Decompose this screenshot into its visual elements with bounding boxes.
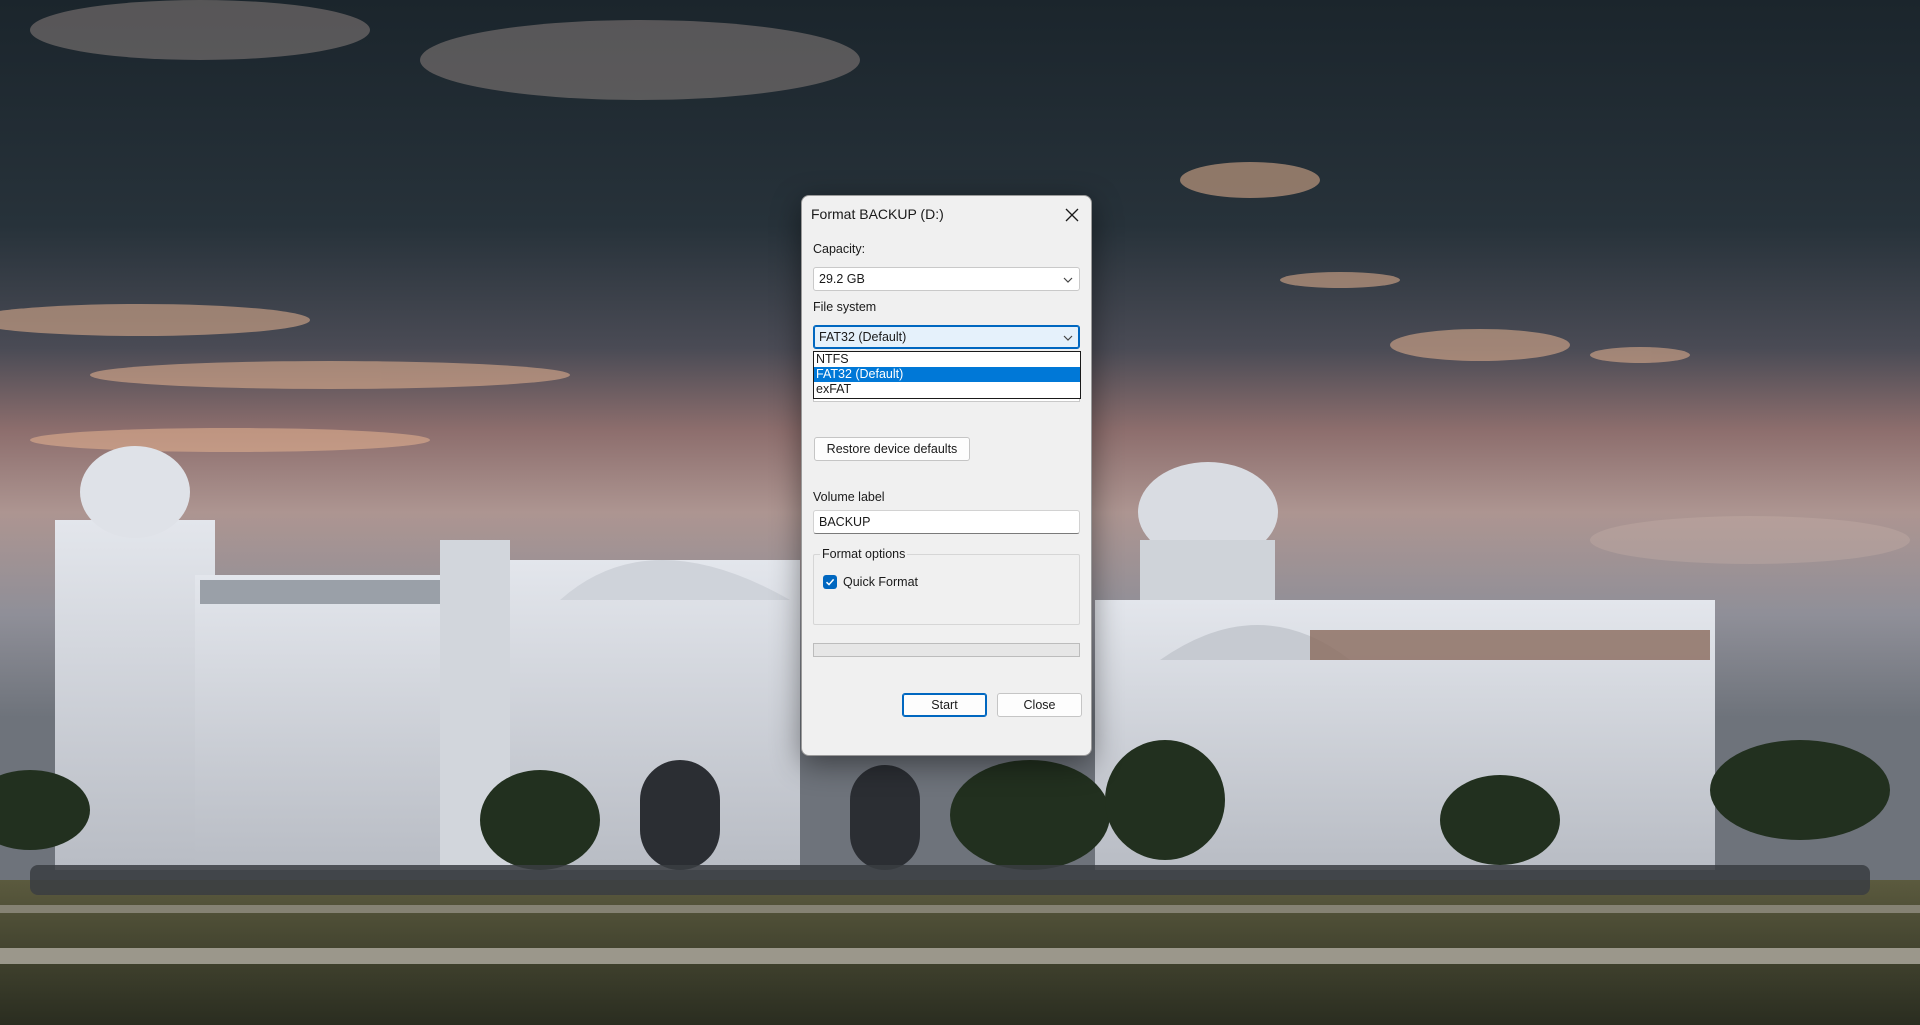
option-fat32[interactable]: FAT32 (Default): [814, 367, 1080, 382]
format-dialog: Format BACKUP (D:) Capacity: 29.2 GB Fil…: [801, 195, 1092, 756]
checkmark-icon: [825, 578, 835, 586]
restore-defaults-button[interactable]: Restore device defaults: [814, 437, 970, 461]
chevron-down-icon: [1063, 335, 1073, 341]
format-progress-bar: [813, 643, 1080, 657]
option-ntfs[interactable]: NTFS: [814, 352, 1080, 367]
quick-format-label[interactable]: Quick Format: [843, 575, 918, 589]
volume-label-input[interactable]: [814, 511, 1079, 533]
chevron-down-icon: [1063, 277, 1073, 283]
close-button[interactable]: Close: [997, 693, 1082, 717]
volume-label-label: Volume label: [813, 490, 885, 504]
quick-format-checkbox[interactable]: [823, 575, 837, 589]
capacity-label: Capacity:: [813, 242, 866, 256]
start-button[interactable]: Start: [902, 693, 987, 717]
file-system-label: File system: [813, 300, 877, 314]
volume-label-field-wrapper: [813, 510, 1080, 534]
format-options-title: Format options: [820, 547, 908, 561]
capacity-value: 29.2 GB: [819, 272, 865, 286]
desktop: Format BACKUP (D:) Capacity: 29.2 GB Fil…: [0, 0, 1920, 1025]
file-system-dropdown[interactable]: FAT32 (Default): [813, 325, 1080, 349]
format-options-group: Format options Quick Format: [813, 547, 1080, 625]
option-exfat[interactable]: exFAT: [814, 382, 1080, 397]
dialog-title: Format BACKUP (D:): [811, 206, 944, 222]
dialog-title-bar[interactable]: Format BACKUP (D:): [802, 196, 1091, 234]
file-system-options-list: NTFS FAT32 (Default) exFAT: [813, 351, 1081, 399]
file-system-value: FAT32 (Default): [819, 330, 907, 344]
close-icon[interactable]: [1059, 202, 1085, 228]
capacity-dropdown[interactable]: 29.2 GB: [813, 267, 1080, 291]
